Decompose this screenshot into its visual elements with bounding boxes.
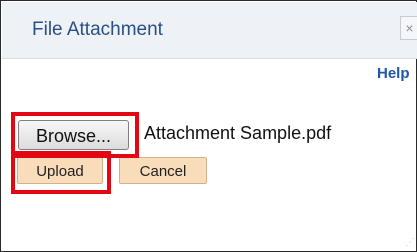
close-button[interactable]: ×: [400, 16, 417, 40]
close-icon: ×: [405, 20, 414, 36]
upload-button[interactable]: Upload: [17, 157, 103, 184]
cancel-button[interactable]: Cancel: [119, 157, 207, 184]
help-link[interactable]: Help: [377, 65, 410, 82]
resize-grip-icon[interactable]: ⋰: [403, 237, 415, 249]
selected-file-name: Attachment Sample.pdf: [144, 123, 332, 143]
file-attachment-dialog: File Attachment × Help Browse... Attachm…: [0, 0, 417, 252]
dialog-title-bar: File Attachment ×: [2, 2, 417, 59]
browse-button[interactable]: Browse...: [18, 120, 129, 150]
dialog-title: File Attachment: [32, 19, 163, 40]
